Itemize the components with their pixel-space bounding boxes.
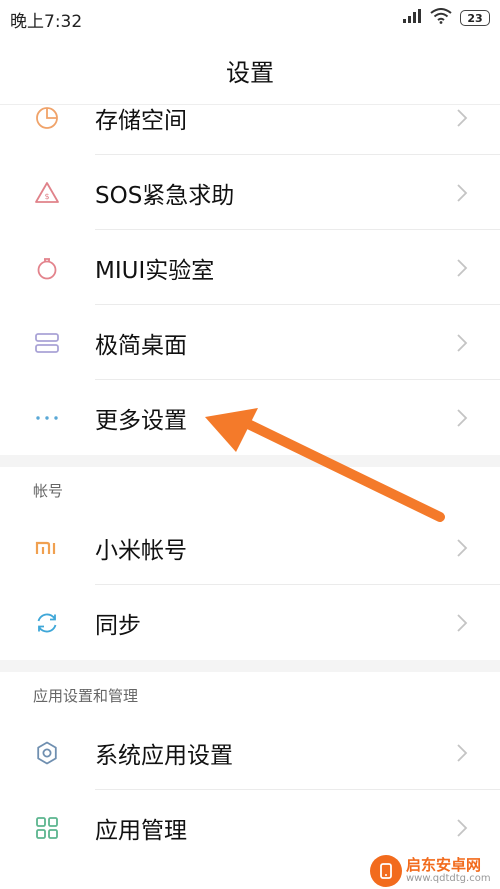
svg-text:$: $ bbox=[44, 192, 49, 201]
chevron-right-icon bbox=[456, 333, 468, 353]
settings-item-system-apps[interactable]: 系统应用设置 bbox=[0, 715, 500, 790]
watermark-name: 启东安卓网 bbox=[406, 855, 482, 874]
status-time: 晚上7:32 bbox=[10, 12, 83, 32]
settings-item-sos[interactable]: $ SOS紧急求助 bbox=[0, 155, 500, 230]
settings-item-simple-home[interactable]: 极简桌面 bbox=[0, 305, 500, 380]
settings-item-storage[interactable]: 存储空间 bbox=[0, 80, 500, 155]
settings-item-label: MIUI实验室 bbox=[95, 257, 215, 284]
section-title: 应用设置和管理 bbox=[33, 687, 139, 705]
section-header-apps: 应用设置和管理 bbox=[0, 672, 500, 715]
app-grid-icon bbox=[34, 815, 60, 841]
watermark-url: www.qdtdtg.com bbox=[406, 872, 491, 884]
settings-item-label: 极简桌面 bbox=[95, 332, 187, 359]
chevron-right-icon bbox=[456, 108, 468, 128]
mi-logo-icon bbox=[34, 535, 60, 561]
sos-warning-icon: $ bbox=[34, 180, 60, 206]
wifi-icon bbox=[430, 8, 452, 28]
settings-item-label: 同步 bbox=[95, 612, 141, 639]
chevron-right-icon bbox=[456, 538, 468, 558]
settings-item-more-settings[interactable]: 更多设置 bbox=[0, 380, 500, 455]
gear-icon bbox=[34, 740, 60, 766]
settings-item-label: 系统应用设置 bbox=[95, 742, 233, 769]
simple-home-icon bbox=[34, 330, 60, 356]
settings-item-mi-account[interactable]: 小米帐号 bbox=[0, 510, 500, 585]
signal-icon bbox=[402, 8, 422, 28]
watermark-logo-icon bbox=[370, 855, 402, 887]
more-dots-icon bbox=[34, 405, 60, 431]
settings-item-label: SOS紧急求助 bbox=[95, 182, 235, 209]
chevron-right-icon bbox=[456, 818, 468, 838]
settings-item-label: 更多设置 bbox=[95, 407, 187, 434]
watermark: 启东安卓网 www.qdtdtg.com bbox=[370, 853, 500, 889]
section-gap bbox=[0, 455, 500, 467]
settings-item-label: 应用管理 bbox=[95, 817, 187, 844]
status-icons: 23 bbox=[402, 8, 490, 28]
chevron-right-icon bbox=[456, 258, 468, 278]
settings-item-label: 存储空间 bbox=[95, 107, 187, 134]
battery-icon: 23 bbox=[460, 10, 490, 26]
settings-item-label: 小米帐号 bbox=[95, 537, 187, 564]
settings-item-sync[interactable]: 同步 bbox=[0, 585, 500, 660]
storage-pie-icon bbox=[34, 105, 60, 131]
chevron-right-icon bbox=[456, 613, 468, 633]
section-title: 帐号 bbox=[33, 482, 64, 500]
chevron-right-icon bbox=[456, 183, 468, 203]
section-header-account: 帐号 bbox=[0, 467, 500, 510]
sync-icon bbox=[34, 610, 60, 636]
watermark-text: 启东安卓网 www.qdtdtg.com bbox=[406, 855, 491, 884]
settings-item-miui-lab[interactable]: MIUI实验室 bbox=[0, 230, 500, 305]
lab-flask-icon bbox=[34, 255, 60, 281]
section-gap bbox=[0, 660, 500, 672]
chevron-right-icon bbox=[456, 408, 468, 428]
status-bar: 晚上7:32 23 bbox=[0, 0, 500, 36]
chevron-right-icon bbox=[456, 743, 468, 763]
